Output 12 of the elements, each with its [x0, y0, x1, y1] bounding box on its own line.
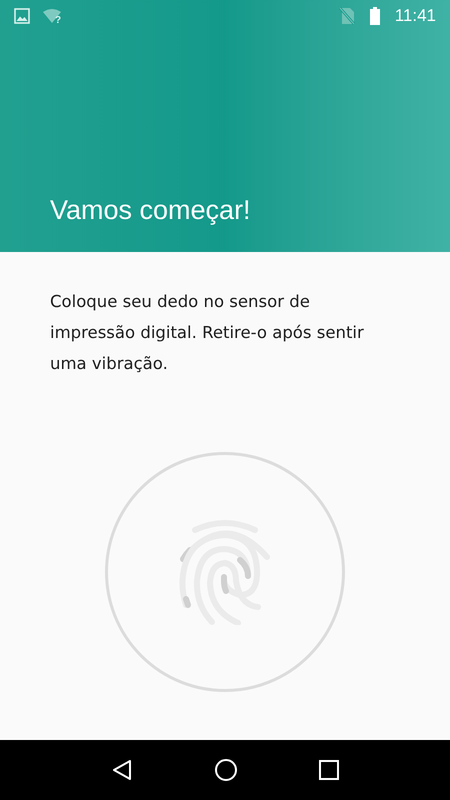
wifi-status-text: ? — [55, 14, 62, 28]
wifi-icon — [43, 9, 61, 23]
status-time: 11:41 — [394, 5, 436, 28]
page-title: Vamos começar! — [49, 194, 252, 227]
fingerprint-icon — [178, 518, 272, 624]
battery-icon — [370, 7, 380, 25]
no-sim-icon — [338, 7, 355, 25]
image-icon — [14, 8, 30, 24]
instructions-text: Coloque seu dedo no sensor de impressão digital. Retire-o após sentir uma vibração. — [49, 291, 365, 375]
back-icon — [110, 759, 133, 781]
recents-icon — [319, 760, 340, 780]
home-icon — [214, 758, 238, 782]
